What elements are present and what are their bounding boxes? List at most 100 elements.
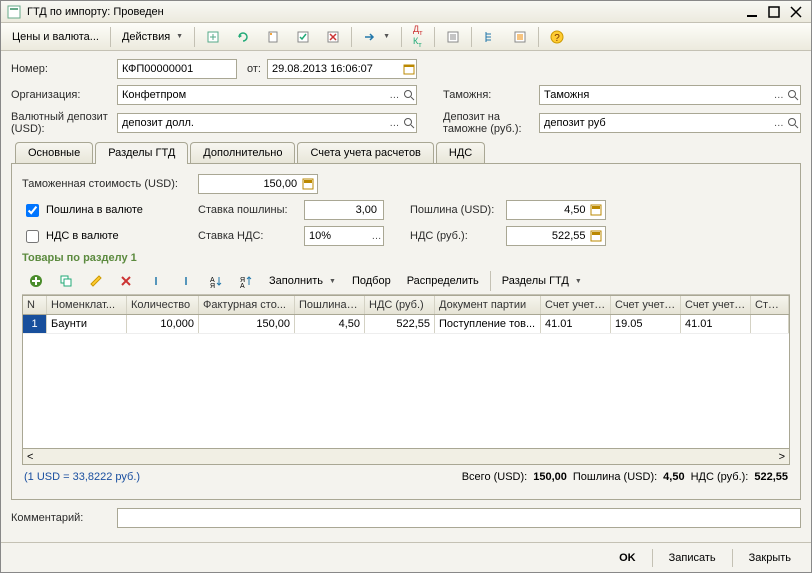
table-scrollbar[interactable]: < >	[23, 448, 789, 464]
cell-n[interactable]: 1	[23, 315, 47, 333]
col-acc2[interactable]: Счет учета...	[611, 296, 681, 314]
col-nomen[interactable]: Номенклат...	[47, 296, 127, 314]
col-acc3[interactable]: Счет учета...	[681, 296, 751, 314]
ellipsis-icon[interactable]: …	[387, 114, 401, 132]
scroll-left-icon[interactable]: <	[27, 451, 33, 463]
duty-rate-field[interactable]	[304, 200, 384, 220]
calculator-icon[interactable]	[590, 228, 603, 244]
calculator-icon[interactable]	[590, 202, 603, 218]
sort-asc-icon[interactable]: AЯ	[202, 270, 230, 292]
cell-duty[interactable]: 4,50	[295, 315, 365, 333]
depo-usd-field[interactable]: …	[117, 113, 417, 133]
ellipsis-icon[interactable]: …	[772, 114, 786, 132]
duty-usd-field[interactable]	[506, 200, 606, 220]
depo-usd-input[interactable]	[118, 114, 387, 132]
org-field[interactable]: …	[117, 85, 417, 105]
structure-icon[interactable]	[476, 26, 504, 48]
duty-in-currency-checkbox[interactable]: Пошлина в валюте	[22, 201, 192, 220]
scroll-right-icon[interactable]: >	[779, 451, 785, 463]
cell-nomen[interactable]: Баунти	[47, 315, 127, 333]
close-button[interactable]	[787, 5, 805, 19]
vat-checkbox[interactable]	[26, 230, 39, 243]
date-input[interactable]	[268, 60, 402, 78]
table-body[interactable]: 1 Баунти 10,000 150,00 4,50 522,55 Посту…	[23, 315, 789, 448]
duty-checkbox[interactable]	[26, 204, 39, 217]
search-icon[interactable]	[402, 114, 416, 132]
cell-acc1[interactable]: 41.01	[541, 315, 611, 333]
tab-additional[interactable]: Дополнительно	[190, 142, 295, 163]
cell-acc3[interactable]: 41.01	[681, 315, 751, 333]
comment-input[interactable]	[118, 509, 800, 527]
vat-in-currency-checkbox[interactable]: НДС в валюте	[22, 227, 192, 246]
copy-row-icon[interactable]	[52, 270, 80, 292]
refresh-icon[interactable]	[229, 26, 257, 48]
new-icon[interactable]	[199, 26, 227, 48]
vat-rate-field[interactable]: …	[304, 226, 384, 246]
tab-gtd-sections[interactable]: Разделы ГТД	[95, 142, 188, 164]
debit-credit-icon[interactable]: ДтКт	[406, 26, 430, 48]
close-form-button[interactable]: Закрыть	[739, 548, 801, 568]
number-field[interactable]	[117, 59, 237, 79]
depo-rub-input[interactable]	[540, 114, 772, 132]
customs-value-input[interactable]	[201, 175, 301, 193]
fill-menu[interactable]: Заполнить	[262, 270, 343, 292]
vat-rate-input[interactable]	[305, 227, 370, 245]
calendar-icon[interactable]	[402, 60, 416, 78]
search-icon[interactable]	[402, 86, 416, 104]
col-article[interactable]: Статья	[751, 296, 789, 314]
vat-rub-field[interactable]	[506, 226, 606, 246]
duty-usd-input[interactable]	[509, 201, 590, 219]
date-field[interactable]	[267, 59, 417, 79]
tab-main[interactable]: Основные	[15, 142, 93, 163]
col-vat[interactable]: НДС (руб.)	[365, 296, 435, 314]
move-up-icon[interactable]	[142, 270, 170, 292]
post-icon[interactable]	[289, 26, 317, 48]
col-n[interactable]: N	[23, 296, 47, 314]
org-input[interactable]	[118, 86, 387, 104]
customs-value-field[interactable]	[198, 174, 318, 194]
col-qty[interactable]: Количество	[127, 296, 199, 314]
calculator-icon[interactable]	[301, 176, 315, 192]
cell-qty[interactable]: 10,000	[127, 315, 199, 333]
maximize-button[interactable]	[765, 5, 783, 19]
save-button[interactable]: Записать	[659, 548, 726, 568]
actions-menu[interactable]: Действия	[115, 26, 190, 48]
col-doc[interactable]: Документ партии	[435, 296, 541, 314]
goto-icon[interactable]	[356, 26, 397, 48]
ellipsis-icon[interactable]: …	[370, 227, 383, 245]
duty-rate-input[interactable]	[307, 201, 381, 219]
col-duty[interactable]: Пошлина (...	[295, 296, 365, 314]
number-input[interactable]	[118, 60, 236, 78]
col-acc1[interactable]: Счет учета...	[541, 296, 611, 314]
ok-button[interactable]: OK	[609, 548, 646, 568]
add-row-icon[interactable]	[22, 270, 50, 292]
report-icon[interactable]	[439, 26, 467, 48]
cell-invoice[interactable]: 150,00	[199, 315, 295, 333]
cell-vat[interactable]: 522,55	[365, 315, 435, 333]
customs-input[interactable]	[540, 86, 772, 104]
gtd-sections-menu[interactable]: Разделы ГТД	[495, 270, 589, 292]
search-icon[interactable]	[786, 86, 800, 104]
list-icon[interactable]	[506, 26, 534, 48]
currencies-button[interactable]: Цены и валюта...	[5, 26, 106, 48]
tab-accounts[interactable]: Счета учета расчетов	[297, 142, 433, 163]
cell-article[interactable]	[751, 315, 789, 333]
comment-field[interactable]	[117, 508, 801, 528]
unpost-icon[interactable]	[319, 26, 347, 48]
page-icon[interactable]	[259, 26, 287, 48]
move-down-icon[interactable]	[172, 270, 200, 292]
search-icon[interactable]	[786, 114, 800, 132]
delete-row-icon[interactable]	[112, 270, 140, 292]
vat-rub-input[interactable]	[509, 227, 590, 245]
sort-desc-icon[interactable]: ЯA	[232, 270, 260, 292]
col-invoice[interactable]: Фактурная сто...	[199, 296, 295, 314]
distribute-button[interactable]: Распределить	[400, 270, 486, 292]
depo-rub-field[interactable]: …	[539, 113, 801, 133]
table-row[interactable]: 1 Баунти 10,000 150,00 4,50 522,55 Посту…	[23, 315, 789, 334]
help-icon[interactable]: ?	[543, 26, 571, 48]
cell-doc[interactable]: Поступление тов...	[435, 315, 541, 333]
cell-acc2[interactable]: 19.05	[611, 315, 681, 333]
ellipsis-icon[interactable]: …	[772, 86, 786, 104]
edit-row-icon[interactable]	[82, 270, 110, 292]
minimize-button[interactable]	[743, 5, 761, 19]
